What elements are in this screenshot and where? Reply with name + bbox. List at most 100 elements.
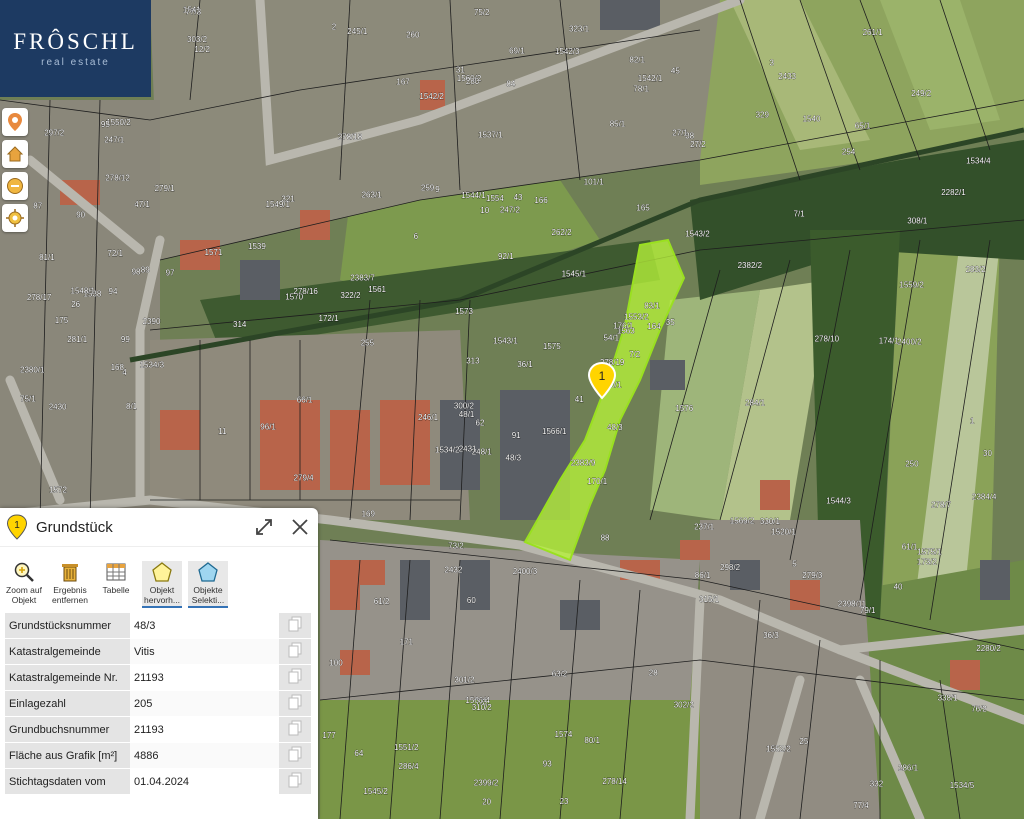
- parcel-number-label: 98: [132, 268, 141, 277]
- parcel-number-label: 332: [870, 780, 884, 789]
- copy-button[interactable]: [279, 716, 311, 743]
- parcel-number-label: 2390: [143, 317, 161, 326]
- parcel-number-label: 254: [842, 148, 856, 157]
- parcel-number-label: 78/1: [633, 85, 649, 94]
- result-marker[interactable]: 1: [587, 362, 617, 400]
- parcel-number-label: 300/2: [454, 402, 475, 411]
- parcel-number-label: 40: [894, 583, 903, 592]
- copy-icon: [288, 720, 302, 736]
- copy-button[interactable]: [279, 690, 311, 717]
- attribute-row: Katastralgemeinde Nr. 21193: [5, 664, 311, 691]
- parcel-number-label: 250: [905, 460, 919, 469]
- parcel-number-label: 1566/1: [542, 427, 567, 436]
- parcel-number-label: 1571: [205, 248, 223, 257]
- marker-number: 1: [599, 369, 606, 383]
- parcel-number-label: 2432: [445, 566, 463, 575]
- remove-result-button[interactable]: Ergebnis entfernen: [50, 561, 90, 605]
- parcel-number-label: 1542/3: [555, 47, 580, 56]
- parcel-number-label: 95: [101, 120, 110, 129]
- parcel-number-label: 36/3: [763, 631, 779, 640]
- copy-icon: [288, 772, 302, 788]
- parcel-number-label: 2380/1: [20, 365, 45, 374]
- select-object-button[interactable]: Objekte Selekti...: [188, 561, 228, 608]
- parcel-number-label-highlighted: 48/3: [607, 423, 623, 432]
- attribute-value: 21193: [130, 664, 279, 691]
- parcel-number-label: 7/1: [794, 209, 806, 218]
- attribute-key: Einlagezahl: [5, 690, 130, 717]
- parcel-number-label: 1548/1: [71, 286, 96, 295]
- parcel-number-label: 168: [111, 363, 125, 372]
- location-pin-button[interactable]: [2, 108, 28, 136]
- parcel-number-label: 322/2: [340, 291, 361, 300]
- zoom-to-object-button[interactable]: Zoom auf Objekt: [4, 561, 44, 605]
- parcel-number-label: 278/14: [602, 777, 627, 786]
- parcel-number-label: 45: [671, 66, 680, 75]
- table-button[interactable]: Tabelle: [96, 561, 136, 595]
- parcel-number-label: 36/1: [517, 360, 533, 369]
- home-button[interactable]: [2, 140, 28, 168]
- parcel-number-label: 83/1: [644, 302, 660, 311]
- parcel-number-label: 263/1: [362, 190, 383, 199]
- parcel-number-label: 75/1: [20, 395, 36, 404]
- parcel-number-label: 165: [636, 203, 650, 212]
- attribute-value: Vitis: [130, 638, 279, 665]
- parcel-number-label: 279/3: [802, 571, 823, 580]
- parcel-number-label: 1534/3: [140, 360, 165, 369]
- parcel-number-label: 1520/1: [771, 527, 796, 536]
- parcel-number-label: 1575: [543, 342, 561, 351]
- locate-button[interactable]: [2, 204, 28, 232]
- parcel-number-label: 66/1: [297, 396, 313, 405]
- parcel-number-label: 1553/2: [624, 312, 649, 321]
- parcel-number-label: 1542/2: [419, 92, 444, 101]
- parcel-number-label: 261/1: [863, 28, 884, 37]
- parcel-number-label: 249/2: [911, 89, 932, 98]
- parcel-number-label: 72/1: [107, 249, 123, 258]
- parcel-number-label: 167: [396, 77, 410, 86]
- parcel-number-label: 43: [514, 193, 523, 202]
- parcel-number-label: 2382/2: [738, 261, 763, 270]
- parcel-number-label: 77/3: [186, 7, 202, 16]
- parcel-number-label: 1573: [455, 307, 473, 316]
- parcel-number-label: 1540: [803, 114, 821, 123]
- copy-button[interactable]: [279, 742, 311, 769]
- close-button[interactable]: [288, 515, 312, 539]
- parcel-number-label: 11: [218, 427, 227, 436]
- parcel-number-label: 323/1: [569, 24, 590, 33]
- attribute-row: Grundstücksnummer 48/3: [5, 613, 311, 639]
- parcel-number-label: 1544/3: [826, 496, 851, 505]
- attribute-row: Stichtagsdaten vom 01.04.2024: [5, 768, 311, 795]
- parcel-number-label: 166: [534, 196, 548, 205]
- parcel-number-label: 278/17: [27, 293, 52, 302]
- parcel-number-label: 2431: [459, 445, 477, 454]
- attribute-key: Katastralgemeinde Nr.: [5, 664, 130, 691]
- panel-title: Grundstück: [36, 518, 113, 536]
- parcel-number-label: 1537/1: [478, 130, 503, 139]
- zoom-out-button[interactable]: [2, 172, 28, 200]
- expand-button[interactable]: [252, 515, 276, 539]
- parcel-number-label: 176/1: [613, 321, 634, 330]
- parcel-number-label: 1552/2: [766, 745, 791, 754]
- parcel-number-label: 26: [71, 300, 80, 309]
- parcel-number-label: 2400/2: [897, 338, 922, 347]
- parcel-number-label: 7/3: [476, 698, 488, 707]
- copy-icon: [288, 642, 302, 658]
- parcel-number-label: 3: [770, 58, 775, 67]
- parcel-number-label: 35: [666, 318, 675, 327]
- table-icon: [106, 563, 126, 581]
- copy-button[interactable]: [279, 613, 311, 639]
- home-icon: [6, 146, 24, 162]
- trash-icon: [62, 564, 78, 582]
- parcel-number-label: 2280/2: [976, 644, 1001, 653]
- highlight-object-button[interactable]: Objekt hervorh...: [142, 561, 182, 608]
- parcel-number-label: 1560/2: [457, 74, 482, 83]
- parcel-number-label: 278/7: [931, 500, 952, 509]
- copy-button[interactable]: [279, 768, 311, 795]
- parcel-number-label: 297/2: [44, 129, 65, 138]
- parcel-number-label: 302/2: [674, 701, 695, 710]
- parcel-number-label: 73/2: [448, 541, 464, 550]
- parcel-number-label: 177: [322, 731, 336, 740]
- parcel-number-label: 12/2: [194, 45, 210, 54]
- copy-button[interactable]: [279, 664, 311, 691]
- copy-button[interactable]: [279, 638, 311, 665]
- parcel-number-label: 2: [332, 22, 337, 31]
